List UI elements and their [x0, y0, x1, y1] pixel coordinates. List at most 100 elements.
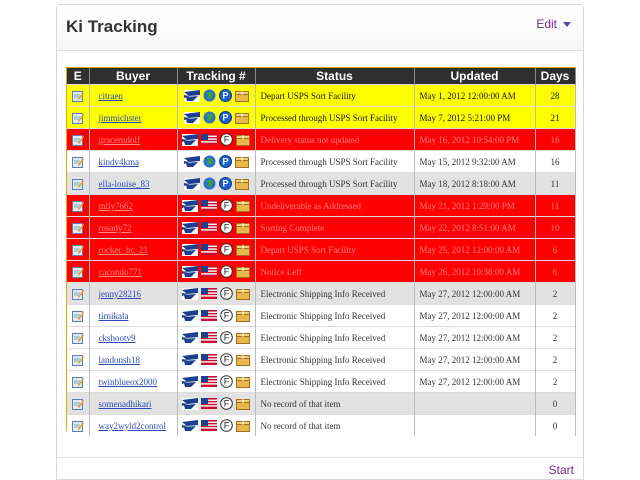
edit-note-icon[interactable]: [71, 266, 84, 278]
column-header-days[interactable]: Days: [535, 68, 576, 85]
edit-note-icon[interactable]: [71, 90, 84, 102]
updated-cell: May 15, 2012 9:32:00 AM: [414, 150, 536, 173]
table-row: mlly7662 F Undeliverable as Addressed Ma…: [67, 194, 576, 217]
buyer-cell: way2wyld2control: [89, 414, 178, 436]
tracking-icons[interactable]: F: [182, 199, 250, 212]
edit-note-icon[interactable]: [71, 288, 84, 300]
edit-note-icon[interactable]: [71, 420, 84, 432]
tracking-icons[interactable]: F: [182, 331, 250, 344]
us-flag-icon: [201, 222, 217, 233]
column-header-status[interactable]: Status: [255, 68, 415, 85]
tracking-icons[interactable]: F: [182, 265, 250, 278]
package-icon: [234, 178, 249, 190]
buyer-link[interactable]: rocker_bc_21: [99, 245, 148, 255]
edit-cell: [67, 392, 90, 415]
tracking-cell: F: [177, 194, 256, 217]
usps-eagle-icon: [183, 111, 200, 124]
tracking-icons[interactable]: P: [183, 155, 249, 168]
edit-note-icon[interactable]: [71, 244, 84, 256]
first-class-mail-icon: F: [220, 397, 233, 410]
buyer-link[interactable]: somenadhikari: [99, 399, 152, 409]
days-cell: 16: [535, 150, 576, 173]
tracking-icons[interactable]: F: [182, 221, 250, 234]
first-class-mail-icon: F: [220, 133, 233, 146]
edit-cell: [67, 128, 90, 151]
days-cell: 2: [535, 326, 576, 349]
edit-note-icon[interactable]: [71, 354, 84, 366]
tracking-icons[interactable]: F: [182, 133, 250, 146]
edit-cell: [67, 216, 90, 239]
first-class-mail-icon: F: [220, 243, 233, 256]
us-flag-icon: [201, 200, 217, 211]
buyer-link[interactable]: citraen: [99, 91, 123, 101]
column-header-buyer[interactable]: Buyer: [89, 68, 178, 85]
status-cell: Electronic Shipping Info Received: [255, 348, 415, 371]
priority-mail-icon: P: [218, 89, 232, 102]
edit-note-icon[interactable]: [71, 332, 84, 344]
tracking-icons[interactable]: F: [182, 419, 250, 432]
updated-cell: May 27, 2012 12:00:00 AM: [414, 326, 536, 349]
package-icon: [236, 420, 250, 432]
start-link[interactable]: Start: [549, 463, 574, 477]
us-flag-icon: [201, 332, 217, 343]
us-flag-icon: [201, 376, 217, 387]
table-row: landonsh18 F Electronic Shipping Info Re…: [67, 348, 576, 371]
edit-note-icon[interactable]: [71, 222, 84, 234]
buyer-link[interactable]: cacondo771: [99, 267, 142, 277]
status-cell: Electronic Shipping Info Received: [255, 370, 415, 393]
tracking-icons[interactable]: F: [182, 287, 250, 300]
tracking-icons[interactable]: F: [182, 375, 250, 388]
buyer-link[interactable]: jenny28216: [99, 289, 142, 299]
usps-eagle-icon: [182, 133, 198, 146]
tracking-icons[interactable]: F: [182, 353, 250, 366]
tracking-cell: P: [177, 106, 256, 129]
tracking-icons[interactable]: P: [183, 111, 249, 124]
edit-note-icon[interactable]: [71, 178, 84, 190]
tracking-icons[interactable]: P: [183, 89, 249, 102]
buyer-link[interactable]: rosady72: [99, 223, 132, 233]
package-icon: [236, 244, 250, 256]
column-header-tracking[interactable]: Tracking #: [177, 68, 256, 85]
buyer-link[interactable]: jimmichster: [99, 113, 142, 123]
svg-text:F: F: [224, 311, 230, 321]
buyer-link[interactable]: kindv4kma: [99, 157, 140, 167]
buyer-link[interactable]: landonsh18: [99, 355, 141, 365]
package-icon: [236, 200, 250, 212]
globe-icon: [203, 89, 216, 102]
svg-text:F: F: [224, 421, 230, 431]
table-row: twinblueox2000 F Electronic Shipping Inf…: [67, 370, 576, 393]
edit-cell: [67, 370, 90, 393]
first-class-mail-icon: F: [220, 287, 233, 300]
status-cell: Electronic Shipping Info Received: [255, 326, 415, 349]
edit-note-icon[interactable]: [71, 376, 84, 388]
usps-eagle-icon: [182, 287, 198, 300]
buyer-link[interactable]: tirnikala: [99, 311, 129, 321]
updated-cell: May 27, 2012 12:00:00 AM: [414, 304, 536, 327]
edit-note-icon[interactable]: [71, 200, 84, 212]
tracking-icons[interactable]: P: [183, 177, 249, 190]
buyer-cell: twinblueox2000: [89, 370, 178, 393]
usps-eagle-icon: [183, 89, 200, 102]
column-header-e[interactable]: E: [67, 68, 90, 85]
buyer-link[interactable]: way2wyld2control: [99, 421, 167, 431]
buyer-link[interactable]: gracerudolf: [99, 135, 140, 145]
buyer-link[interactable]: twinblueox2000: [99, 377, 158, 387]
column-header-updated[interactable]: Updated: [414, 68, 536, 85]
tracking-icons[interactable]: F: [182, 309, 250, 322]
buyer-link[interactable]: ckshootv9: [99, 333, 136, 343]
buyer-link[interactable]: ella-louise_83: [99, 179, 150, 189]
tracking-table-container: E Buyer Tracking # Status Updated Days c…: [66, 67, 576, 436]
edit-note-icon[interactable]: [71, 112, 84, 124]
status-cell: Notice Left: [255, 260, 415, 283]
svg-text:F: F: [224, 135, 230, 145]
edit-cell: [67, 150, 90, 173]
tracking-icons[interactable]: F: [182, 243, 250, 256]
edit-note-icon[interactable]: [71, 156, 84, 168]
buyer-link[interactable]: mlly7662: [99, 201, 134, 211]
edit-menu-button[interactable]: Edit: [536, 17, 571, 31]
edit-note-icon[interactable]: [71, 310, 84, 322]
edit-note-icon[interactable]: [71, 134, 84, 146]
buyer-cell: citraen: [89, 84, 178, 107]
edit-note-icon[interactable]: [71, 398, 84, 410]
tracking-icons[interactable]: F: [182, 397, 250, 410]
